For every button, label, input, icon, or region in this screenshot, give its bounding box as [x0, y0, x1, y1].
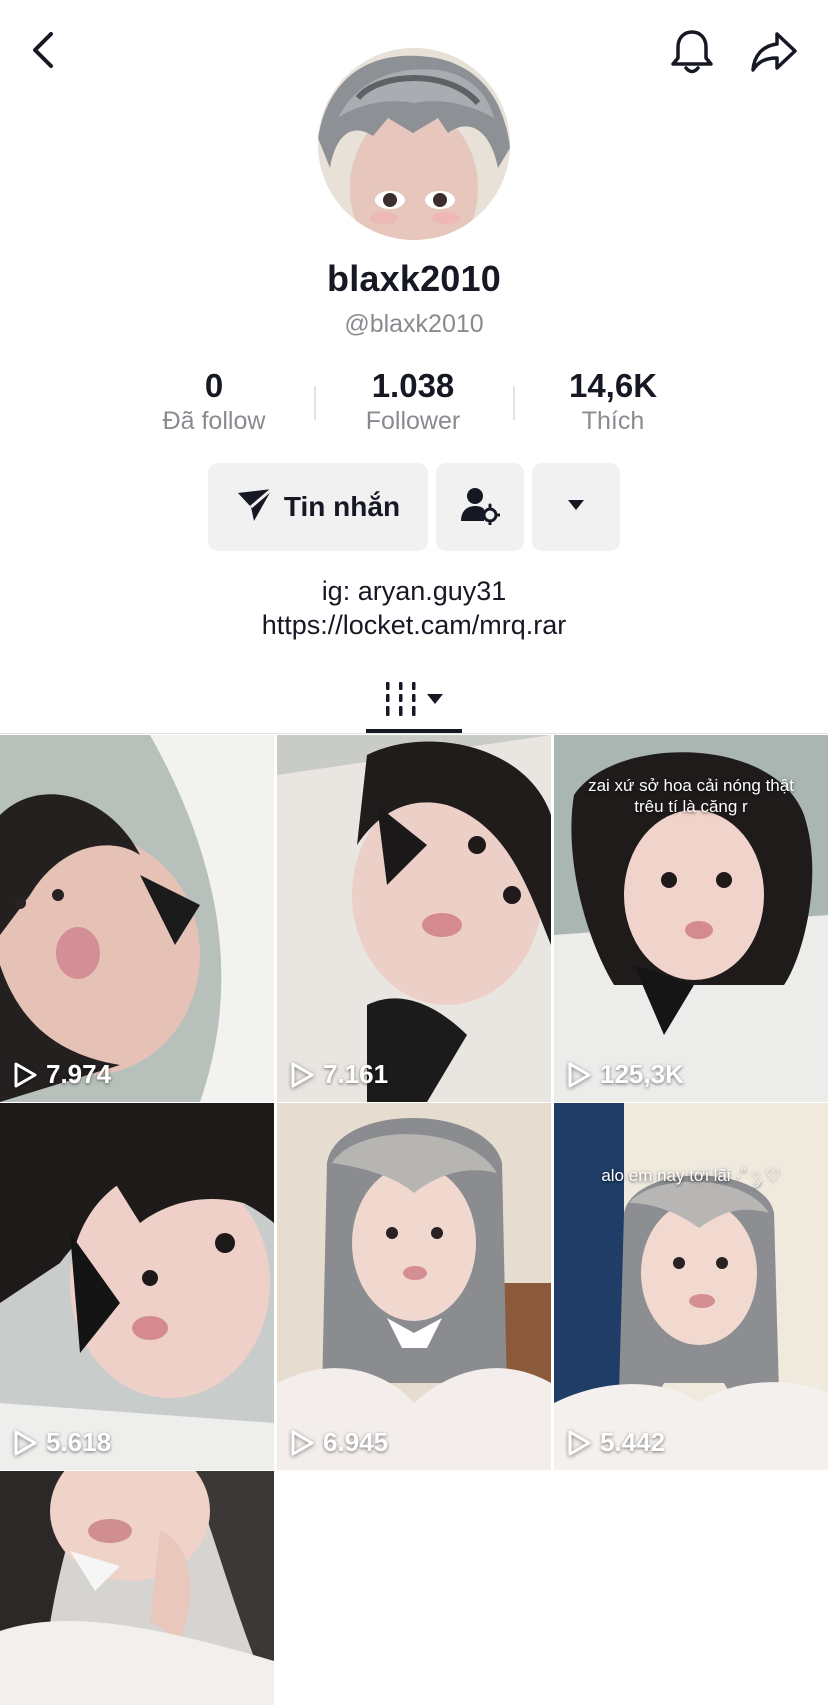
video-views-text: 125,3K — [600, 1059, 684, 1089]
video-thumbnail — [0, 1471, 274, 1705]
video-thumbnail — [0, 735, 274, 1102]
video-tile[interactable]: alo em nay tới lãi ·˚ ༘ ♡ 5.442 — [554, 1103, 828, 1470]
stat-following-label: Đã follow — [162, 407, 266, 435]
stat-likes-count: 14,6K — [568, 367, 658, 404]
video-views-text: 7.974 — [46, 1059, 112, 1089]
play-icon — [291, 1062, 314, 1087]
video-views-text: 6.945 — [323, 1427, 389, 1457]
chevron-left-icon — [29, 30, 59, 75]
video-tile[interactable]: 7.974 — [0, 735, 274, 1102]
stat-divider — [314, 386, 316, 420]
user-settings-icon — [460, 485, 502, 530]
share-arrow-icon — [749, 30, 799, 79]
video-views-text: 5.618 — [46, 1427, 112, 1457]
bio-instagram: ig: aryan.guy31 — [321, 576, 507, 606]
video-thumbnail — [277, 735, 551, 1102]
video-view-count: 5.442 — [566, 1427, 665, 1458]
play-icon — [14, 1430, 37, 1455]
video-view-count: 7.974 — [12, 1059, 111, 1090]
video-tile[interactable]: zai xứ sở hoa cải nóng thật trêu tí là c… — [554, 735, 828, 1102]
share-button[interactable] — [740, 22, 808, 86]
caret-down-icon — [566, 498, 586, 517]
stat-following-count: 0 — [204, 367, 224, 404]
stat-followers-label: Follower — [365, 407, 461, 435]
video-view-count: 5.618 — [12, 1427, 111, 1458]
play-icon — [291, 1430, 314, 1455]
play-icon — [568, 1430, 591, 1455]
avatar[interactable] — [318, 48, 510, 240]
notification-bell-button[interactable] — [660, 22, 724, 86]
video-tile[interactable] — [0, 1471, 274, 1705]
stat-likes-label: Thích — [581, 407, 645, 435]
video-view-count: 125,3K — [566, 1059, 684, 1090]
caret-down-icon[interactable] — [426, 692, 444, 710]
video-view-count: 7.161 — [289, 1059, 388, 1090]
play-icon — [14, 1062, 37, 1087]
tab-videos[interactable] — [366, 668, 462, 734]
profile-photo — [318, 48, 510, 240]
video-caption: zai xứ sở hoa cải nóng thật trêu tí là c… — [588, 776, 794, 816]
video-view-count: 6.945 — [289, 1427, 388, 1458]
stat-followers-count: 1.038 — [371, 367, 455, 404]
stat-divider — [513, 386, 515, 420]
stat-followers[interactable]: 1.038 Follower — [333, 366, 493, 436]
profile-handle: @blaxk2010 — [344, 310, 484, 338]
video-thumbnail — [0, 1103, 274, 1470]
profile-stats: 0 Đã follow 1.038 Follower 14,6K Thích — [0, 366, 828, 440]
video-thumbnail — [554, 1103, 828, 1470]
back-button[interactable] — [18, 22, 70, 82]
profile-bio: ig: aryan.guy31 https://locket.cam/mrq.r… — [0, 574, 828, 642]
bell-icon — [670, 28, 714, 81]
stat-likes[interactable]: 14,6K Thích — [533, 366, 693, 436]
video-tile[interactable]: 6.945 — [277, 1103, 551, 1470]
video-tile[interactable]: 5.618 — [0, 1103, 274, 1470]
video-views-text: 5.442 — [600, 1427, 666, 1457]
message-button[interactable]: Tin nhắn — [208, 463, 428, 551]
profile-tabs — [0, 668, 828, 734]
video-views-text: 7.161 — [323, 1059, 389, 1089]
profile-display-name: blaxk2010 — [327, 258, 501, 299]
bio-link[interactable]: https://locket.cam/mrq.rar — [0, 608, 828, 642]
stat-following[interactable]: 0 Đã follow — [134, 366, 294, 436]
friend-settings-button[interactable] — [436, 463, 524, 551]
video-tile[interactable]: 7.161 — [277, 735, 551, 1102]
grid-columns-icon — [384, 680, 418, 723]
message-button-label: Tin nhắn — [283, 491, 401, 522]
video-thumbnail — [277, 1103, 551, 1470]
send-icon — [236, 487, 274, 528]
profile-actions: Tin nhắn — [0, 463, 828, 551]
more-options-button[interactable] — [532, 463, 620, 551]
video-caption: alo em nay tới lãi ·˚ ༘ ♡ — [601, 1166, 781, 1185]
play-icon — [568, 1062, 591, 1087]
tab-active-indicator — [366, 729, 462, 733]
